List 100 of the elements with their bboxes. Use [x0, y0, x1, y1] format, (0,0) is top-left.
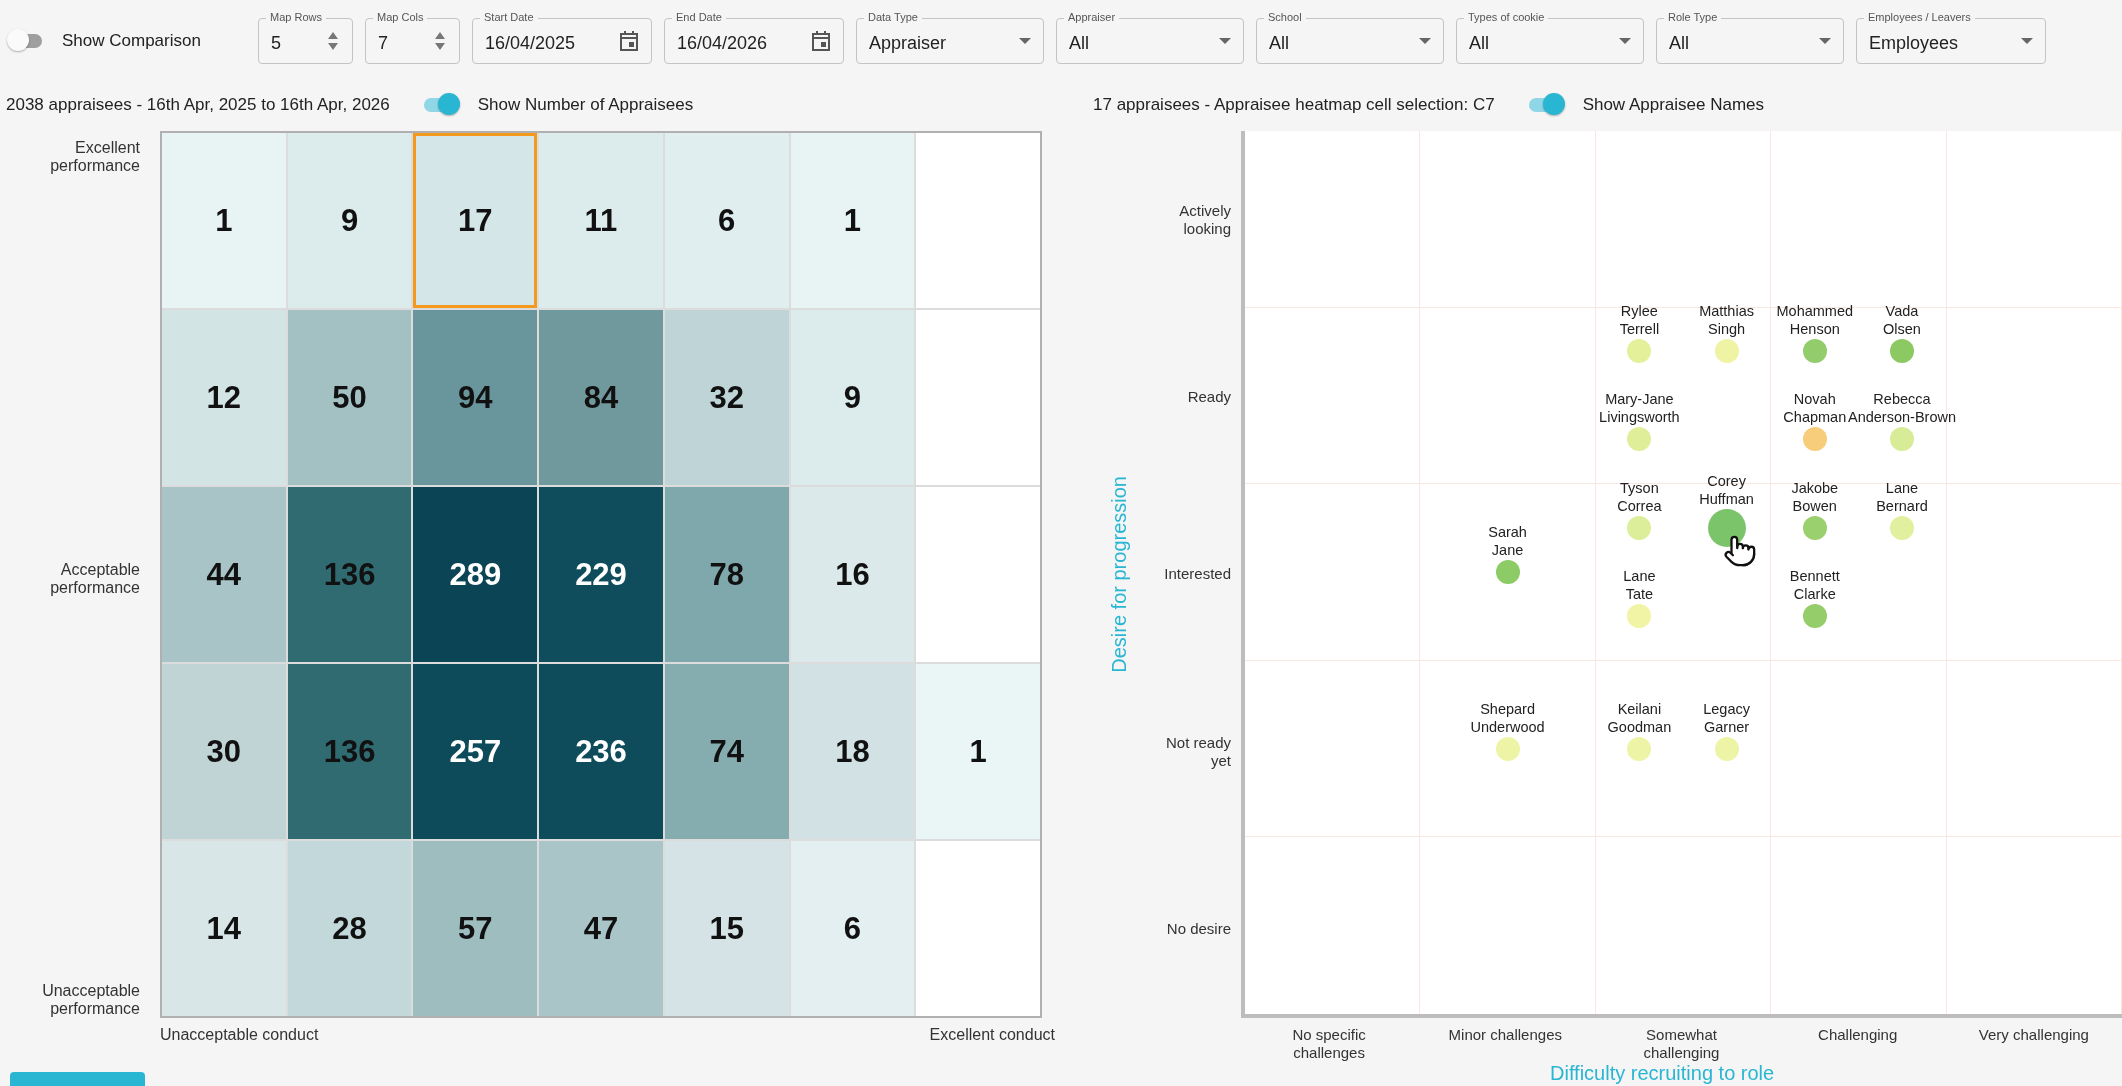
field-value: 5	[271, 31, 281, 54]
person-name: Vada Olsen	[1883, 302, 1921, 339]
heatmap-cell[interactable]: 1	[790, 133, 915, 308]
caret-icon[interactable]	[1619, 37, 1631, 45]
axis-label: Challenging	[1818, 1026, 1898, 1045]
heatmap-cell[interactable]: 14	[162, 841, 286, 1016]
axis-label: Unacceptable conduct	[160, 1026, 319, 1045]
summary-text: 2038 appraisees - 16th Apr, 2025 to 16th Apr, 2026	[5, 94, 390, 115]
person-name: Corey Huffman	[1699, 472, 1754, 509]
axis-label: No desire	[1166, 920, 1231, 939]
person-name: Rylee Terrell	[1619, 302, 1660, 339]
person-name: Matthias Singh	[1699, 302, 1754, 339]
field-value: All	[1269, 31, 1289, 54]
heatmap-cell[interactable]: 78	[664, 487, 789, 662]
heatmap-cell[interactable]: 6	[664, 133, 789, 308]
heatmap-cell[interactable]: 47	[539, 841, 663, 1016]
field-value: All	[1669, 31, 1689, 54]
heatmap-cell[interactable]: 9	[287, 133, 412, 308]
field-value: 16/04/2026	[677, 31, 768, 54]
person-name: Legacy Garner	[1703, 699, 1750, 736]
heatmap-cell[interactable]: 15	[664, 841, 789, 1016]
summary-text: 17 appraisees - Appraisee heatmap cell selection: C7	[1093, 94, 1495, 115]
axis-label: Very challenging	[1978, 1026, 2089, 1045]
caret-icon[interactable]	[2021, 37, 2033, 45]
heatmap-cell[interactable]: 229	[539, 487, 663, 662]
heatmap-cell[interactable]: 6	[790, 841, 915, 1016]
caret-icon[interactable]	[1419, 37, 1431, 45]
heatmap-cell[interactable]	[916, 841, 1040, 1016]
heatmap-cell[interactable]: 11	[539, 133, 663, 308]
person-name: Sarah Jane	[1488, 523, 1527, 559]
heatmap-cell[interactable]	[916, 133, 1040, 308]
heatmap-cell[interactable]: 84	[539, 310, 663, 485]
field-value: 7	[378, 31, 388, 54]
person-name: Tyson Correa	[1617, 479, 1662, 516]
field-value: All	[1069, 31, 1089, 54]
person-name: Shepard Underwood	[1470, 699, 1545, 736]
heatmap-cell[interactable]	[916, 310, 1040, 485]
caret-icon[interactable]	[1819, 37, 1831, 45]
person-name: Mary-Jane Livingsworth	[1599, 390, 1680, 427]
heatmap-cell[interactable]: 30	[162, 664, 286, 839]
field-value: Appraiser	[869, 31, 947, 54]
heatmap-cell[interactable]: 1	[916, 664, 1040, 839]
field-label: Employees / Leavers	[1864, 11, 1975, 23]
spinner-icon[interactable]	[433, 31, 447, 51]
heatmap-cell[interactable]: 257	[413, 664, 538, 839]
field-label: Data Type	[864, 11, 922, 23]
data-point[interactable]	[1707, 509, 1746, 548]
axis-label: Interested	[1164, 565, 1231, 584]
heatmap-cell[interactable]: 236	[539, 664, 663, 839]
axis-title: Difficulty recruiting to role	[1550, 1062, 1775, 1085]
axis-label: Unacceptable performance	[41, 982, 140, 1018]
toggle-label: Show Comparison	[62, 31, 201, 51]
axis-label: Ready	[1187, 388, 1231, 407]
axis-label: Not ready yet	[1164, 733, 1231, 770]
field-label: Role Type	[1664, 11, 1722, 23]
axis-label: Minor challenges	[1448, 1026, 1562, 1045]
person-name: Jakobe Bowen	[1791, 479, 1839, 516]
calendar-icon[interactable]	[619, 30, 639, 52]
heatmap-cell[interactable]: 17	[413, 133, 538, 308]
calendar-icon[interactable]	[811, 30, 831, 52]
person-name: Rebecca Anderson-Brown	[1848, 390, 1956, 427]
heatmap-cell[interactable]: 74	[664, 664, 789, 839]
heatmap-cell[interactable]: 16	[790, 487, 915, 662]
field-value: Employees	[1869, 31, 1959, 54]
heatmap-cell[interactable]: 57	[413, 841, 538, 1016]
field-label: Map Rows	[266, 11, 326, 23]
person-name: Mohammed Henson	[1776, 302, 1854, 339]
heatmap-cell[interactable]: 28	[287, 841, 412, 1016]
person-name: Keilani Goodman	[1607, 699, 1672, 736]
axis-title: Desire for progression	[1107, 476, 1131, 673]
heatmap-cell[interactable]: 94	[413, 310, 538, 485]
heatmap-cell[interactable]: 32	[664, 310, 789, 485]
heatmap-cell[interactable]: 9	[790, 310, 915, 485]
caret-icon[interactable]	[1019, 37, 1031, 45]
heatmap-cell[interactable]: 18	[790, 664, 915, 839]
field-label: Start Date	[480, 11, 538, 23]
axis-label: Excellent performance	[49, 139, 140, 175]
toggle-label: Show Appraisee Names	[1582, 94, 1765, 115]
heatmap-cell[interactable]: 50	[287, 310, 412, 485]
axis-label: Somewhat challenging	[1642, 1026, 1721, 1062]
heatmap-cell[interactable]	[916, 487, 1040, 662]
hand-cursor-icon	[1722, 534, 1757, 569]
axis-label: Acceptable performance	[49, 560, 140, 597]
caret-icon[interactable]	[1219, 37, 1231, 45]
person-name: Lane Tate	[1623, 566, 1656, 603]
toggle-label: Show Number of Appraisees	[477, 94, 694, 115]
heatmap-cell[interactable]: 44	[162, 487, 286, 662]
field-value: All	[1469, 31, 1489, 54]
field-label: Appraiser	[1064, 11, 1120, 23]
field-label: End Date	[672, 11, 726, 23]
axis-label: No specific challenges	[1291, 1026, 1367, 1062]
field-label: School	[1264, 11, 1306, 23]
heatmap-cell[interactable]: 12	[162, 310, 286, 485]
person-name: Lane Bernard	[1876, 479, 1928, 516]
heatmap-cell[interactable]: 1	[162, 133, 286, 308]
field-label: Types of cookie	[1464, 11, 1549, 23]
spinner-icon[interactable]	[326, 31, 340, 51]
axis-label: Excellent conduct	[929, 1026, 1055, 1045]
heatmap-cell[interactable]: 289	[413, 487, 538, 662]
person-name: Novah Chapman	[1783, 390, 1847, 427]
